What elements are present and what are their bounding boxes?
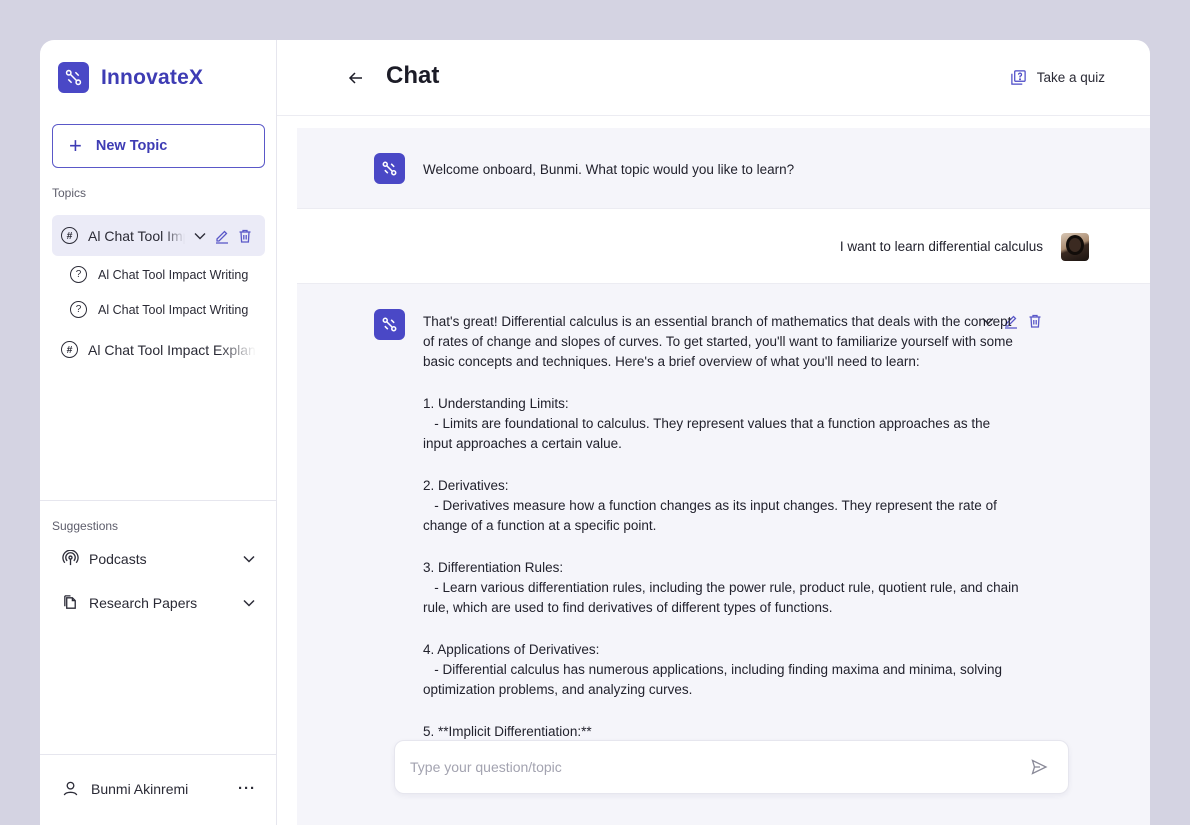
chevron-down-icon[interactable] <box>193 229 207 243</box>
response-item-heading: 1. Understanding Limits: <box>423 396 569 411</box>
suggestions-label: Suggestions <box>52 519 119 533</box>
topic-item-active[interactable]: # Al Chat Tool Impact Writing <box>52 215 265 256</box>
more-options-icon[interactable]: ··· <box>238 780 256 797</box>
user-icon <box>62 780 79 797</box>
question-icon: ? <box>70 301 87 318</box>
topic-label: Al Chat Tool Impact Writing <box>88 227 185 244</box>
back-arrow-icon[interactable] <box>347 69 365 87</box>
subtopic-item[interactable]: ? Al Chat Tool Impact Writing <box>70 266 248 283</box>
suggestion-label: Research Papers <box>89 594 198 611</box>
app-window: InnovateX + New Topic Topics # Al Chat T… <box>40 40 1150 825</box>
chevron-down-icon[interactable] <box>242 596 256 610</box>
hash-icon: # <box>61 341 78 358</box>
trash-icon[interactable] <box>237 228 253 244</box>
logo-icon <box>58 62 89 93</box>
send-icon[interactable] <box>1030 758 1048 776</box>
take-quiz-button[interactable]: Take a quiz <box>1010 69 1105 86</box>
papers-icon <box>62 594 79 611</box>
bot-response-text: That's great! Differential calculus is a… <box>423 312 1023 742</box>
suggestion-research-papers[interactable]: Research Papers <box>62 594 256 611</box>
plus-icon: + <box>69 133 82 158</box>
quiz-icon <box>1010 69 1027 86</box>
user-name: Bunmi Akinremi <box>91 780 189 797</box>
response-item-body: - Differential calculus has numerous app… <box>423 662 1006 697</box>
divider <box>40 500 276 501</box>
response-intro: That's great! Differential calculus is a… <box>423 314 1017 369</box>
brand-name: InnovateX <box>101 65 204 89</box>
new-topic-label: New Topic <box>95 138 168 154</box>
suggestion-podcasts[interactable]: Podcasts <box>62 550 256 567</box>
subtopic-item[interactable]: ? Al Chat Tool Impact Writing <box>70 301 248 318</box>
avatar <box>1061 233 1089 261</box>
bot-message: Welcome onboard, Bunmi. What topic would… <box>297 128 1150 208</box>
bot-avatar-icon <box>374 309 405 340</box>
topic-label: Al Chat Tool Impact Explanation <box>88 341 256 358</box>
question-input-box <box>394 740 1069 794</box>
question-icon: ? <box>70 266 87 283</box>
hash-icon: # <box>61 227 78 244</box>
response-item-body: - Derivatives measure how a function cha… <box>423 498 1001 533</box>
response-item-heading: 3. Differentiation Rules: <box>423 560 564 575</box>
chevron-down-icon[interactable] <box>242 552 256 566</box>
take-quiz-label: Take a quiz <box>1036 70 1105 85</box>
trash-icon[interactable] <box>1027 313 1043 329</box>
sidebar: InnovateX + New Topic Topics # Al Chat T… <box>40 40 277 825</box>
user-message-text: I want to learn differential calculus <box>839 239 1043 254</box>
topics-label: Topics <box>52 186 87 200</box>
user-message: I want to learn differential calculus <box>297 208 1150 284</box>
question-input[interactable] <box>410 759 1030 775</box>
edit-icon[interactable] <box>214 228 230 244</box>
brand[interactable]: InnovateX <box>58 62 203 93</box>
bot-avatar-icon <box>374 153 405 184</box>
response-item-body: - Limits are foundational to calculus. T… <box>423 416 994 451</box>
chat-main: Chat Take a quiz Welcome onboard, Bunmi.… <box>277 40 1150 825</box>
topic-item[interactable]: # Al Chat Tool Impact Explanation <box>61 341 256 358</box>
response-item-heading: 5. **Implicit Differentiation:** <box>423 724 592 739</box>
response-item-heading: 2. Derivatives: <box>423 478 509 493</box>
suggestion-label: Podcasts <box>89 550 147 567</box>
user-profile[interactable]: Bunmi Akinremi ··· <box>62 780 256 797</box>
new-topic-button[interactable]: + New Topic <box>52 124 265 168</box>
divider <box>40 754 276 755</box>
subtopic-label: Al Chat Tool Impact Writing <box>98 267 249 282</box>
podcast-icon <box>62 550 79 567</box>
response-item-heading: 4. Applications of Derivatives: <box>423 642 600 657</box>
page-title: Chat <box>386 62 440 89</box>
response-item-body: - Learn various differentiation rules, i… <box>423 580 1023 615</box>
chat-header: Chat Take a quiz <box>277 40 1150 116</box>
subtopic-label: Al Chat Tool Impact Writing <box>98 302 249 317</box>
bot-message-text: Welcome onboard, Bunmi. What topic would… <box>423 162 795 177</box>
